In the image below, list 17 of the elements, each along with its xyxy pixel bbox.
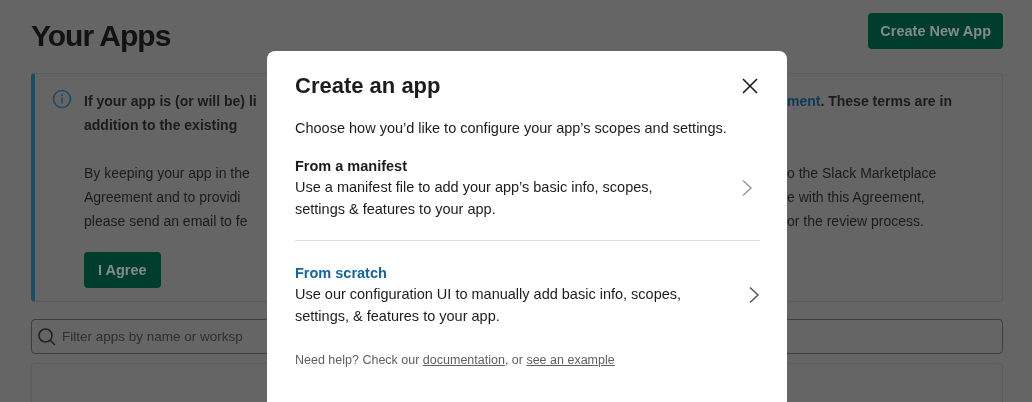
- notice-text: ment. These terms are in: [787, 93, 952, 109]
- option-title: From a manifest: [295, 157, 408, 176]
- notice-text: please send an email to fe: [84, 213, 248, 229]
- option-title: From scratch: [295, 264, 388, 283]
- option-description: Use a manifest file to add your app’s basic info, scopes, settings & features to your app.: [295, 178, 653, 219]
- notice-text: If your app is (or will be) li: [84, 93, 257, 109]
- notice-text: e with this Agreement,: [787, 189, 925, 205]
- help-text: Need help? Check our documentation, or see an example: [295, 353, 616, 367]
- dialog-title: Create an app: [295, 73, 441, 99]
- page-title: Your Apps: [31, 19, 171, 53]
- notice-text: or the review process.: [787, 213, 924, 229]
- dialog-description: Choose how you’d like to configure your app’s scopes and settings.: [295, 120, 728, 136]
- notice-text: By keeping your app in the: [84, 165, 250, 181]
- notice-text: addition to the existing: [84, 117, 238, 133]
- notice-text: Agreement and to providi: [84, 189, 241, 205]
- option-description: Use our configuration UI to manually add basic info, scopes, settings, & features to your app.: [295, 285, 682, 326]
- notice-text: o the Slack Marketplace: [787, 165, 937, 181]
